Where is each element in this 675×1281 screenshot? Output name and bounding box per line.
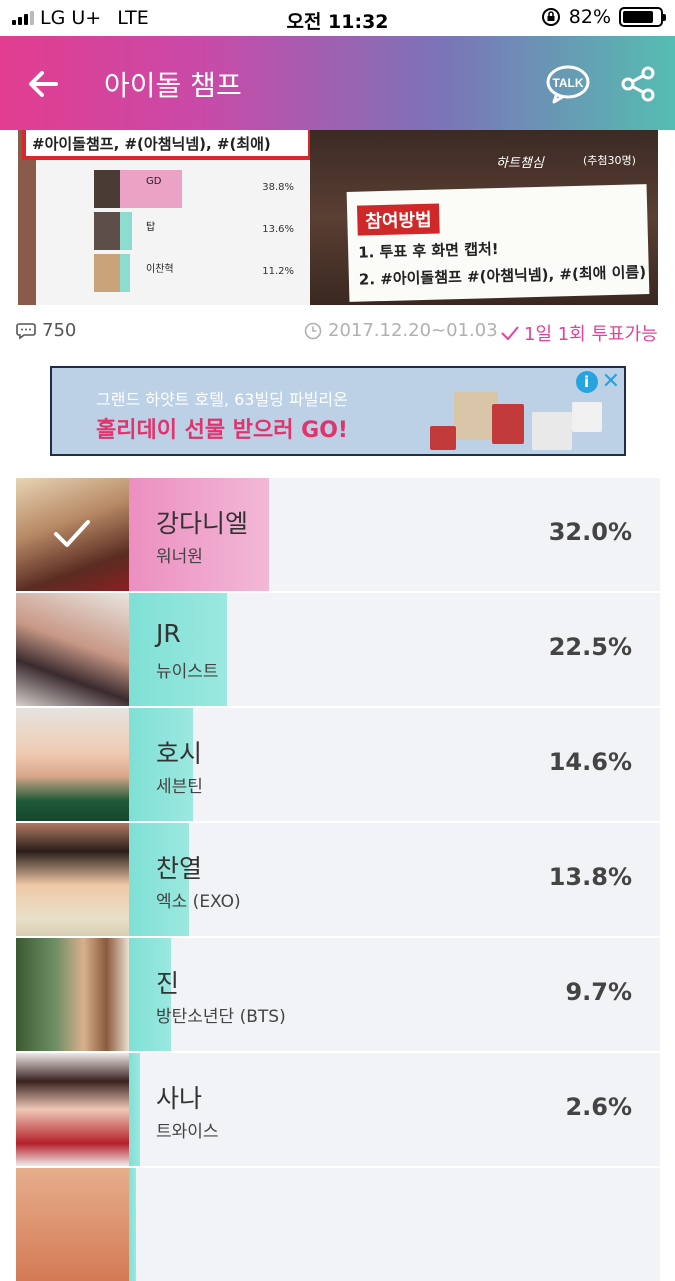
vote-rule: 1일 1회 투표가능 xyxy=(500,320,658,346)
banner-hashtag: #아이돌챔프, #(아챔닉넴), #(최애) xyxy=(22,130,312,160)
candidate-group: 워너원 xyxy=(156,547,203,567)
banner-mini-name: GD xyxy=(146,176,162,187)
poll-meta: 750 2017.12.20~01.03 1일 1회 투표가능 xyxy=(0,318,675,348)
kakaotalk-share-icon[interactable]: TALK xyxy=(544,62,592,106)
banner-step: 1. 투표 후 화면 캡처! xyxy=(357,239,499,262)
ad-line-1: 그랜드 하얏트 호텔, 63빌딩 파빌리온 xyxy=(96,390,348,409)
comment-icon xyxy=(16,322,36,340)
poll-period: 2017.12.20~01.03 xyxy=(304,320,498,341)
banner-step: 2. #아이돌챔프 #(아챔닉넴), #(최애 이름) xyxy=(358,263,647,289)
vote-percent: 22.5% xyxy=(548,633,632,661)
page-title: 아이돌 챔프 xyxy=(104,69,242,102)
candidate-photo xyxy=(16,1168,129,1281)
share-icon[interactable] xyxy=(618,64,658,104)
vote-percent: 13.8% xyxy=(548,863,632,891)
battery-percent: 82% xyxy=(568,6,611,28)
ranking-row[interactable]: JR 뉴이스트 22.5% xyxy=(16,593,660,706)
vote-bar xyxy=(129,593,228,706)
status-bar: LG U+ LTE 오전 11:32 82% xyxy=(0,0,675,36)
banner-prize-note: (추첨30명) xyxy=(583,154,636,167)
ad-line-2: 홀리데이 선물 받으러 GO! xyxy=(96,418,348,443)
candidate-group: 엑소 (EXO) xyxy=(156,892,241,912)
ad-controls: i ✕ xyxy=(575,371,620,393)
banner-mini-percent: 38.8% xyxy=(262,182,294,193)
banner-mini-row: 이찬혁 11.2% xyxy=(94,254,294,292)
candidate-group: 뉴이스트 xyxy=(156,662,219,682)
vote-percent: 32.0% xyxy=(548,518,632,546)
banner-mini-row: 탑 13.6% xyxy=(94,212,294,250)
banner-mini-percent: 13.6% xyxy=(262,224,294,235)
ranking-row[interactable]: 찬열 엑소 (EXO) 13.8% xyxy=(16,823,660,936)
orientation-lock-icon xyxy=(541,8,560,26)
banner-mini-name: 이찬혁 xyxy=(146,264,174,275)
candidate-name: 강다니엘 xyxy=(156,509,249,538)
comment-count[interactable]: 750 xyxy=(16,320,76,341)
candidate-photo xyxy=(16,823,129,936)
candidate-photo xyxy=(16,593,129,706)
check-icon xyxy=(501,326,519,341)
banner-mini-name: 탑 xyxy=(146,222,156,233)
banner-mini-bar xyxy=(120,254,130,292)
candidate-name: 호시 xyxy=(156,739,203,768)
comment-count-value: 750 xyxy=(42,320,77,341)
banner-mini-photo xyxy=(94,170,120,208)
ad-close-icon[interactable]: ✕ xyxy=(602,371,620,393)
app-header: 아이돌 챔프 TALK xyxy=(0,36,675,130)
candidate-photo xyxy=(16,708,129,821)
poll-period-value: 2017.12.20~01.03 xyxy=(328,320,498,341)
ad-banner[interactable]: 그랜드 하얏트 호텔, 63빌딩 파빌리온 홀리데이 선물 받으러 GO! i … xyxy=(50,366,626,456)
candidate-name: JR xyxy=(156,619,181,648)
ranking-row[interactable]: 사나 트와이스 2.6% xyxy=(16,1053,660,1166)
candidate-photo xyxy=(16,938,129,1051)
ranking-row[interactable]: 강다니엘 워너원 32.0% xyxy=(16,478,660,591)
vote-percent: 9.7% xyxy=(565,978,632,1006)
back-arrow-icon[interactable] xyxy=(22,62,66,106)
battery-icon xyxy=(619,7,666,27)
candidate-photo xyxy=(16,1053,129,1166)
ranking-row[interactable]: 진 방탄소년단 (BTS) 9.7% xyxy=(16,938,660,1051)
banner-mini-photo xyxy=(94,254,120,292)
event-banner[interactable]: #아이돌챔프, #(아챔닉넴), #(최애) GD 38.8% 탑 13.6% … xyxy=(18,130,658,305)
candidate-name: 찬열 xyxy=(156,854,203,883)
candidate-group: 트와이스 xyxy=(156,1122,219,1142)
banner-brand: 하트챔심 xyxy=(496,156,544,171)
vote-bar xyxy=(129,1053,141,1166)
clock-icon xyxy=(304,322,322,339)
candidate-group: 방탄소년단 (BTS) xyxy=(156,1007,286,1027)
banner-mini-row: GD 38.8% xyxy=(94,170,294,208)
vote-bar xyxy=(129,1168,136,1281)
banner-participate-title: 참여방법 xyxy=(356,203,440,236)
banner-mini-bar xyxy=(120,212,132,250)
talk-label: TALK xyxy=(552,76,583,90)
banner-mini-photo xyxy=(94,212,120,250)
ad-info-icon[interactable]: i xyxy=(575,371,598,393)
ranking-row[interactable] xyxy=(16,1168,660,1281)
vote-percent: 2.6% xyxy=(565,1093,632,1121)
candidate-group: 세븐틴 xyxy=(156,777,203,797)
banner-mini-percent: 11.2% xyxy=(262,266,294,277)
candidate-name: 진 xyxy=(156,969,180,998)
vote-rule-text: 1일 1회 투표가능 xyxy=(524,324,658,345)
ranking-row[interactable]: 호시 세븐틴 14.6% xyxy=(16,708,660,821)
status-right: 82% xyxy=(541,6,666,28)
vote-percent: 14.6% xyxy=(548,748,632,776)
banner-instruction-card: 참여방법 1. 투표 후 화면 캡처! 2. #아이돌챔프 #(아챔닉넴), #… xyxy=(346,184,650,302)
selected-check-icon xyxy=(54,520,90,547)
candidate-name: 사나 xyxy=(156,1084,203,1113)
